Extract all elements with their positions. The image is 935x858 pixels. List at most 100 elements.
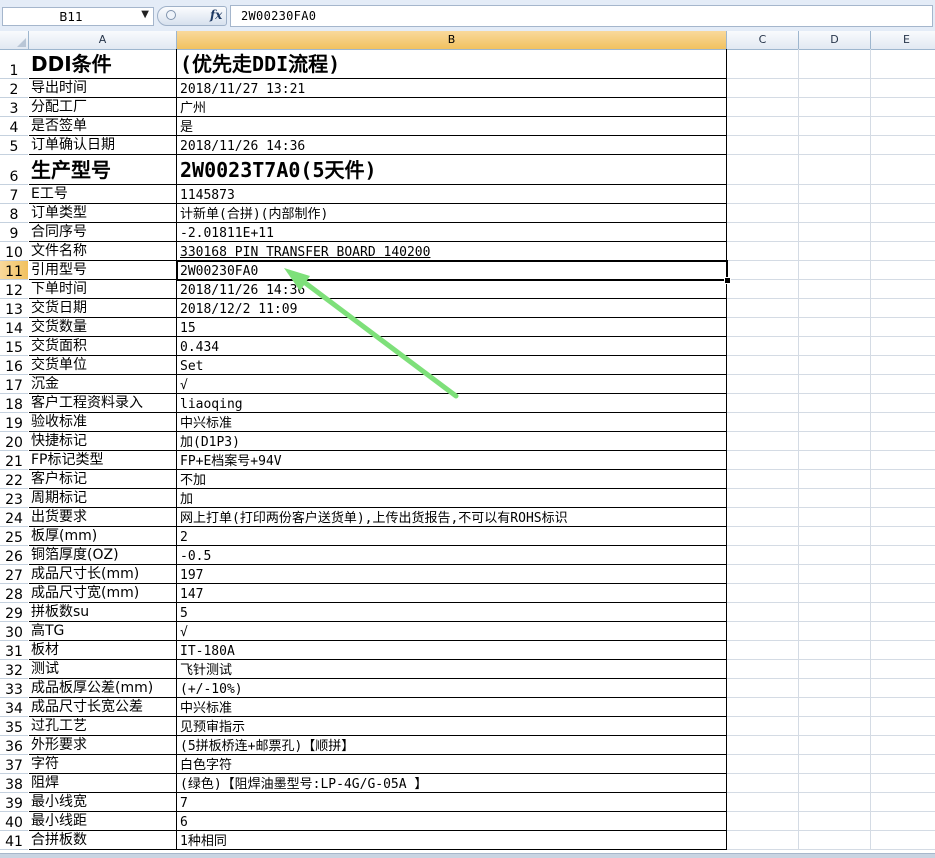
row-header-5[interactable]: 5 (0, 136, 28, 155)
cell-d35[interactable] (799, 717, 871, 736)
cell-e38[interactable] (871, 774, 935, 793)
row-header-13[interactable]: 13 (0, 299, 28, 318)
cell-d30[interactable] (799, 622, 871, 641)
cell-d38[interactable] (799, 774, 871, 793)
cell-e23[interactable] (871, 489, 935, 508)
cell-d24[interactable] (799, 508, 871, 527)
cell-d39[interactable] (799, 793, 871, 812)
cell-e39[interactable] (871, 793, 935, 812)
cell-e26[interactable] (871, 546, 935, 565)
row-header-29[interactable]: 29 (0, 603, 28, 622)
cell-c34[interactable] (727, 698, 799, 717)
cell-d13[interactable] (799, 299, 871, 318)
row-header-18[interactable]: 18 (0, 394, 28, 413)
cell-e8[interactable] (871, 204, 935, 223)
cell-d20[interactable] (799, 432, 871, 451)
cell-c29[interactable] (727, 603, 799, 622)
row-header-34[interactable]: 34 (0, 698, 28, 717)
cell-d23[interactable] (799, 489, 871, 508)
column-header-d[interactable]: D (799, 31, 871, 49)
cell-c11[interactable] (727, 261, 799, 280)
cell-c32[interactable] (727, 660, 799, 679)
row-header-3[interactable]: 3 (0, 98, 28, 117)
cell-e28[interactable] (871, 584, 935, 603)
cell-c22[interactable] (727, 470, 799, 489)
cell-d32[interactable] (799, 660, 871, 679)
row-header-37[interactable]: 37 (0, 755, 28, 774)
cell-e11[interactable] (871, 261, 935, 280)
cell-b38[interactable]: (绿色)【阻焊油墨型号:LP-4G/G-05A 】 (177, 774, 727, 793)
cell-e18[interactable] (871, 394, 935, 413)
cell-e1[interactable] (871, 49, 935, 79)
row-header-15[interactable]: 15 (0, 337, 28, 356)
cell-d27[interactable] (799, 565, 871, 584)
cell-d34[interactable] (799, 698, 871, 717)
cell-c7[interactable] (727, 185, 799, 204)
row-header-20[interactable]: 20 (0, 432, 28, 451)
cell-e6[interactable] (871, 155, 935, 185)
cell-b25[interactable]: 2 (177, 527, 727, 546)
cell-c37[interactable] (727, 755, 799, 774)
cell-d11[interactable] (799, 261, 871, 280)
cell-d1[interactable] (799, 49, 871, 79)
row-header-16[interactable]: 16 (0, 356, 28, 375)
cell-d36[interactable] (799, 736, 871, 755)
cell-d4[interactable] (799, 117, 871, 136)
cell-d33[interactable] (799, 679, 871, 698)
column-header-a[interactable]: A (29, 31, 177, 49)
row-header-24[interactable]: 24 (0, 508, 28, 527)
cell-b6[interactable]: 2W0023T7A0(5天件) (177, 155, 727, 185)
cell-c25[interactable] (727, 527, 799, 546)
cell-c13[interactable] (727, 299, 799, 318)
cell-c39[interactable] (727, 793, 799, 812)
cell-d19[interactable] (799, 413, 871, 432)
row-header-25[interactable]: 25 (0, 527, 28, 546)
cell-b21[interactable]: FP+E档案号+94V (177, 451, 727, 470)
cell-b33[interactable]: (+/-10%) (177, 679, 727, 698)
row-header-35[interactable]: 35 (0, 717, 28, 736)
cell-e22[interactable] (871, 470, 935, 489)
row-header-2[interactable]: 2 (0, 79, 28, 98)
cell-b29[interactable]: 5 (177, 603, 727, 622)
cell-b23[interactable]: 加 (177, 489, 727, 508)
cell-a1[interactable]: DDI条件 (29, 49, 177, 79)
cell-e31[interactable] (871, 641, 935, 660)
cell-e36[interactable] (871, 736, 935, 755)
row-header-14[interactable]: 14 (0, 318, 28, 337)
cell-b22[interactable]: 不加 (177, 470, 727, 489)
cell-b18[interactable]: liaoqing (177, 394, 727, 413)
cell-b31[interactable]: IT-180A (177, 641, 727, 660)
row-header-23[interactable]: 23 (0, 489, 28, 508)
cell-b14[interactable]: 15 (177, 318, 727, 337)
cell-d3[interactable] (799, 98, 871, 117)
cell-c3[interactable] (727, 98, 799, 117)
cell-d29[interactable] (799, 603, 871, 622)
cell-b28[interactable]: 147 (177, 584, 727, 603)
cell-e41[interactable] (871, 831, 935, 850)
row-header-7[interactable]: 7 (0, 185, 28, 204)
cell-c5[interactable] (727, 136, 799, 155)
cell-c28[interactable] (727, 584, 799, 603)
cell-c36[interactable] (727, 736, 799, 755)
cell-e9[interactable] (871, 223, 935, 242)
cell-d25[interactable] (799, 527, 871, 546)
cell-e15[interactable] (871, 337, 935, 356)
cell-d7[interactable] (799, 185, 871, 204)
cell-c1[interactable] (727, 49, 799, 79)
cell-d10[interactable] (799, 242, 871, 261)
cell-b26[interactable]: -0.5 (177, 546, 727, 565)
cell-b15[interactable]: 0.434 (177, 337, 727, 356)
cell-e17[interactable] (871, 375, 935, 394)
row-header-27[interactable]: 27 (0, 565, 28, 584)
row-header-12[interactable]: 12 (0, 280, 28, 299)
row-header-17[interactable]: 17 (0, 375, 28, 394)
cell-b17[interactable]: √ (177, 375, 727, 394)
cell-e33[interactable] (871, 679, 935, 698)
cell-b11[interactable]: 2W00230FA0 (177, 261, 727, 280)
row-header-31[interactable]: 31 (0, 641, 28, 660)
cell-b3[interactable]: 广州 (177, 98, 727, 117)
cell-c14[interactable] (727, 318, 799, 337)
cell-b16[interactable]: Set (177, 356, 727, 375)
cell-c35[interactable] (727, 717, 799, 736)
cell-e29[interactable] (871, 603, 935, 622)
